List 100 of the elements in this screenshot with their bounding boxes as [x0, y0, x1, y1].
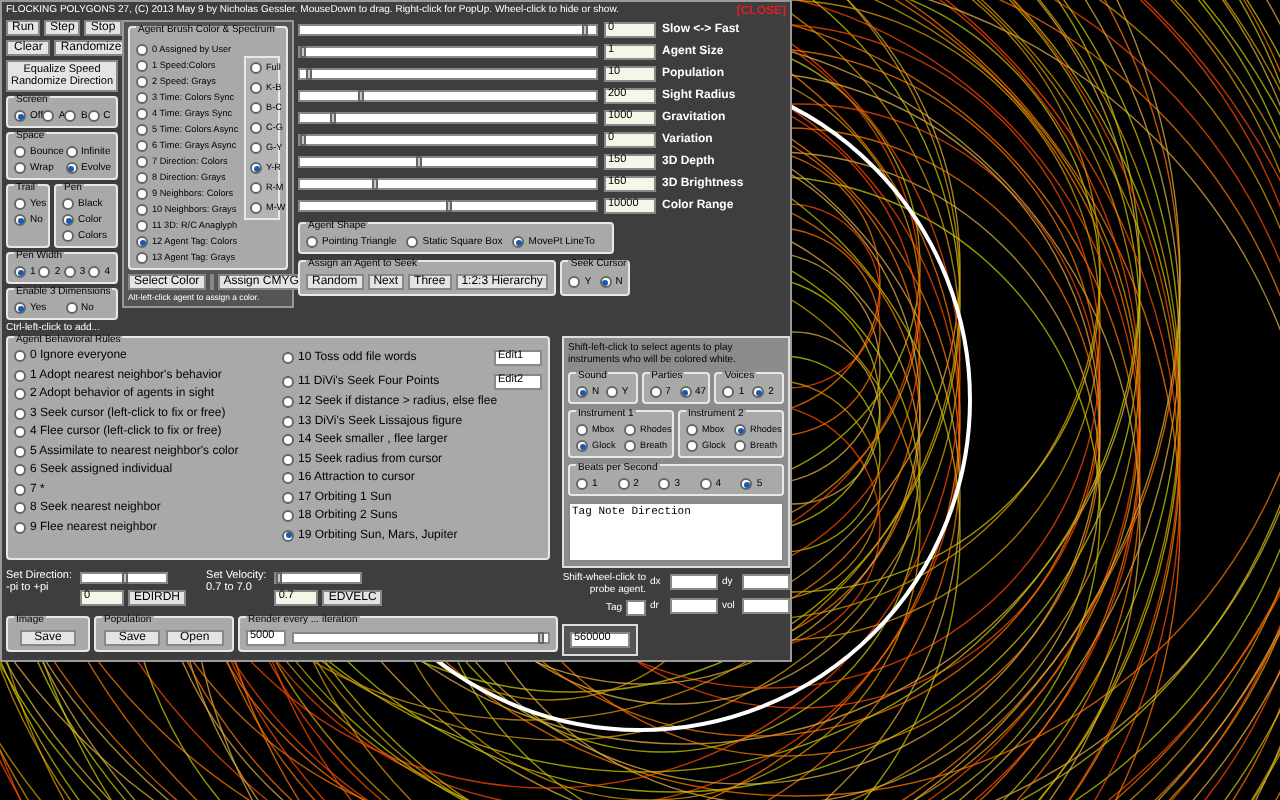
radio-button[interactable] [658, 478, 671, 490]
slider-thumb[interactable] [537, 632, 544, 644]
radio-button[interactable] [136, 92, 148, 104]
radio-button[interactable] [14, 266, 26, 278]
radio-button[interactable] [136, 124, 148, 136]
radio-button[interactable] [752, 386, 765, 398]
radio-button[interactable] [14, 407, 26, 419]
radio-button[interactable] [282, 510, 294, 522]
radio-button[interactable] [282, 415, 294, 427]
radio-button[interactable] [136, 236, 148, 248]
radio-button[interactable] [250, 182, 262, 194]
slider-thumb[interactable] [445, 200, 451, 212]
slider-track[interactable] [298, 200, 598, 212]
radio-button[interactable] [136, 60, 148, 72]
radio-button[interactable] [282, 396, 294, 408]
radio-button[interactable] [679, 386, 691, 398]
radio-button[interactable] [576, 386, 588, 398]
slider-thumb[interactable] [329, 112, 335, 124]
slider-thumb[interactable] [276, 571, 283, 583]
radio-button[interactable] [282, 352, 294, 364]
radio-button[interactable] [136, 108, 148, 120]
radio-button[interactable] [14, 110, 26, 122]
radio-button[interactable] [686, 440, 698, 452]
radio-button[interactable] [63, 266, 76, 278]
text-field[interactable] [626, 600, 646, 616]
radio-button[interactable] [14, 426, 26, 438]
radio-button[interactable] [306, 236, 318, 248]
slider-thumb[interactable] [372, 178, 379, 190]
radio-button[interactable] [617, 478, 630, 490]
slider-track[interactable] [298, 90, 598, 102]
radio-button[interactable] [14, 162, 26, 174]
radio-button[interactable] [14, 483, 26, 495]
slider-track[interactable] [298, 134, 598, 146]
radio-button[interactable] [65, 162, 77, 174]
radio-button[interactable] [136, 156, 148, 168]
radio-button[interactable] [136, 172, 148, 184]
radio-button[interactable] [406, 236, 419, 248]
radio-button[interactable] [282, 529, 294, 541]
radio-button[interactable] [14, 464, 26, 476]
radio-button[interactable] [65, 302, 77, 314]
radio-button[interactable] [722, 386, 735, 398]
radio-button[interactable] [605, 386, 618, 398]
radio-button[interactable] [686, 424, 698, 436]
radio-button[interactable] [624, 440, 636, 452]
radio-button[interactable] [649, 386, 662, 398]
radio-button[interactable] [576, 440, 588, 452]
radio-button[interactable] [282, 453, 294, 465]
radio-button[interactable] [734, 424, 746, 436]
radio-button[interactable] [136, 140, 148, 152]
radio-button[interactable] [250, 122, 262, 134]
radio-button[interactable] [250, 142, 262, 154]
radio-button[interactable] [282, 491, 294, 503]
text-field[interactable] [670, 598, 718, 614]
radio-button[interactable] [14, 369, 26, 381]
radio-button[interactable] [624, 424, 636, 436]
radio-button[interactable] [88, 266, 101, 278]
slider-track[interactable] [298, 178, 598, 190]
slider-thumb[interactable] [581, 24, 588, 36]
color-swatch[interactable] [209, 274, 214, 290]
radio-button[interactable] [136, 252, 148, 264]
radio-button[interactable] [42, 110, 55, 122]
slider-track[interactable] [298, 112, 598, 124]
radio-button[interactable] [136, 44, 148, 56]
slider-thumb[interactable] [305, 68, 312, 80]
slider-track[interactable] [298, 68, 598, 80]
radio-button[interactable] [282, 434, 294, 446]
radio-button[interactable] [568, 276, 581, 288]
radio-button[interactable] [136, 220, 148, 232]
radio-button[interactable] [14, 198, 26, 210]
slider-track[interactable] [298, 24, 598, 36]
slider-track[interactable] [292, 632, 550, 644]
text-field[interactable] [742, 574, 790, 590]
radio-button[interactable] [599, 276, 612, 288]
radio-button[interactable] [14, 502, 26, 514]
radio-button[interactable] [87, 110, 100, 122]
radio-button[interactable] [576, 424, 588, 436]
radio-button[interactable] [38, 266, 51, 278]
radio-button[interactable] [14, 302, 26, 314]
radio-button[interactable] [734, 440, 746, 452]
radio-button[interactable] [14, 388, 26, 400]
radio-button[interactable] [250, 162, 262, 174]
radio-button[interactable] [14, 146, 26, 158]
radio-button[interactable] [282, 375, 294, 387]
radio-button[interactable] [14, 350, 26, 362]
text-field[interactable] [670, 574, 718, 590]
radio-button[interactable] [65, 146, 77, 158]
radio-button[interactable] [62, 214, 74, 226]
slider-thumb[interactable] [416, 156, 422, 168]
slider-thumb[interactable] [121, 571, 128, 583]
radio-button[interactable] [250, 102, 262, 114]
slider-track[interactable] [298, 156, 598, 168]
radio-button[interactable] [699, 478, 712, 490]
radio-button[interactable] [250, 82, 262, 94]
slider-track[interactable] [274, 571, 363, 583]
radio-button[interactable] [14, 445, 26, 457]
radio-button[interactable] [14, 214, 26, 226]
radio-button[interactable] [62, 230, 74, 242]
slider-track[interactable] [298, 46, 598, 58]
radio-button[interactable] [282, 472, 294, 484]
radio-button[interactable] [136, 76, 148, 88]
